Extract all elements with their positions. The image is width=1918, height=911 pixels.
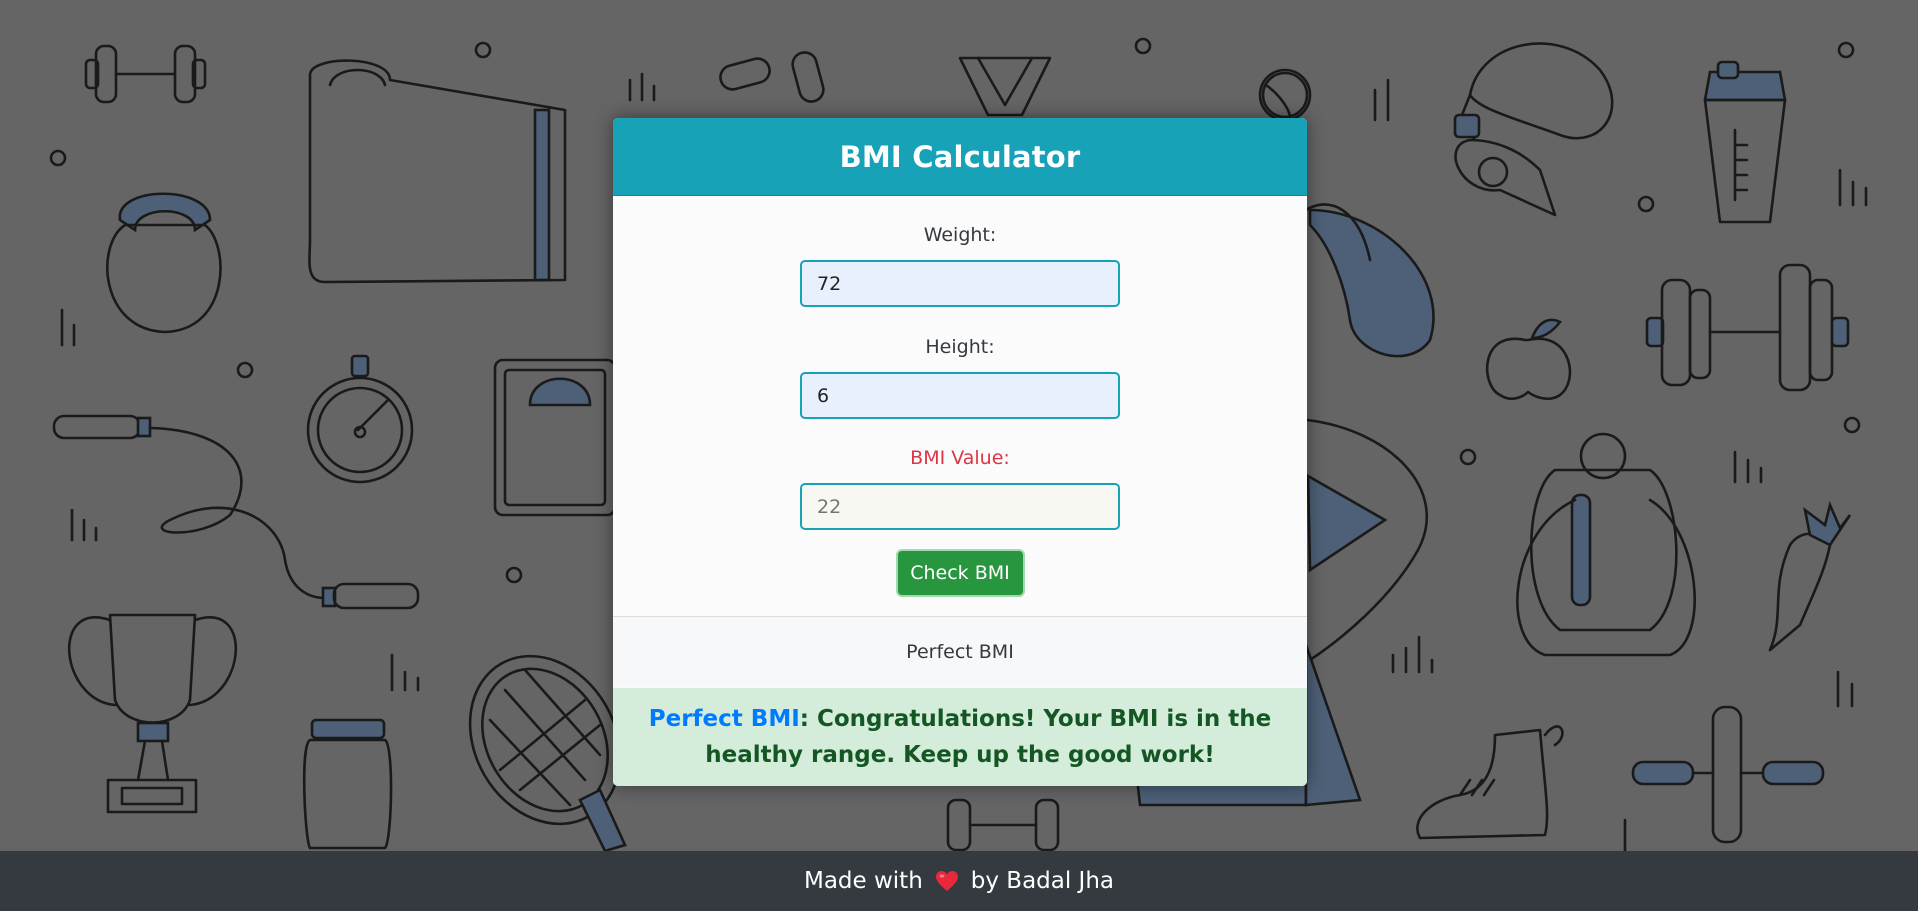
stopwatch-icon [306,354,414,484]
medal-icon [958,56,1052,117]
pills-icon [719,51,825,103]
yoga-mat-icon [308,59,567,284]
bathroom-scale-icon [493,358,617,517]
footer: Made with by Badal Jha [0,851,1918,911]
alert-message: Perfect BMI: Congratulations! Your BMI i… [631,701,1289,773]
shaker-bottle-icon [1703,60,1787,224]
dumbbell-small-icon [946,798,1060,851]
card-header: BMI Calculator [613,118,1307,196]
alert-strong-label: Perfect BMI [648,706,800,732]
tennis-ball-icon [1261,71,1309,120]
weight-input[interactable] [800,260,1120,307]
trophy-icon [67,613,238,814]
whistle-icon [1453,42,1614,217]
dumbbell-large-icon [1645,263,1850,392]
apple-icon [1485,318,1572,401]
roller-skate-icon [1416,725,1564,840]
bmi-value-label: BMI Value: [910,447,1010,469]
height-input[interactable] [800,372,1120,419]
height-label: Height: [925,336,995,358]
page-title: BMI Calculator [839,139,1081,174]
carrot-icon [1768,500,1852,652]
bmi-value-field[interactable] [800,483,1120,530]
weight-label: Weight: [923,224,997,246]
ab-roller-icon [1631,705,1825,844]
footer-suffix: by Badal Jha [970,868,1115,894]
heart-icon [935,871,958,891]
jump-rope-icon [52,414,420,610]
footer-prefix: Made with [803,868,923,894]
page: BMI Calculator Weight: Height: BMI Value… [0,0,1918,911]
bmi-status-text: Perfect BMI [613,617,1307,687]
bmi-result-alert: Perfect BMI: Congratulations! Your BMI i… [613,688,1307,786]
supplement-jar-icon [302,718,393,850]
check-bmi-button[interactable]: Check BMI [895,549,1025,597]
backpack-icon [1516,432,1696,657]
bmi-calculator-card: BMI Calculator Weight: Height: BMI Value… [613,118,1307,786]
dumbbell-icon [84,44,207,104]
card-body: Weight: Height: BMI Value: Check BMI [613,196,1307,617]
kettlebell-icon [106,192,222,334]
